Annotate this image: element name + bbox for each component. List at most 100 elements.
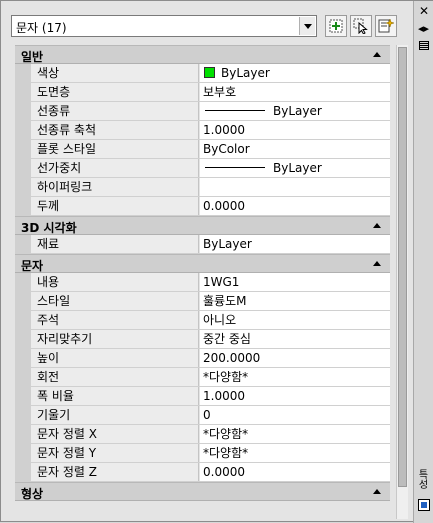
property-name: 자리맞추기 [31,330,199,348]
linetype-value-text: ByLayer [273,104,322,118]
autohide-icon[interactable]: ◂▸ [418,23,429,34]
property-name: 주석 [31,311,199,329]
property-name: 회전 [31,368,199,386]
category-geometry[interactable]: 형상 [15,482,390,501]
property-name: 기울기 [31,406,199,424]
toggle-pickadd-button[interactable] [325,15,347,37]
property-name: 선종류 [31,102,199,120]
lineweight-preview-icon [205,167,265,168]
property-value[interactable]: 1.0000 [200,121,390,139]
palette-app-icon [418,499,430,511]
property-row-justify[interactable]: 자리맞추기 중간 중심 [15,330,390,349]
property-name: 재료 [31,235,199,253]
property-row-text-alignment-z[interactable]: 문자 정렬 Z 0.0000 [15,463,390,482]
row-gutter [15,64,31,83]
row-gutter [15,235,31,254]
property-value[interactable]: 1WG1 [200,273,390,291]
select-objects-button[interactable] [350,15,372,37]
collapse-icon[interactable] [373,261,381,266]
property-row-rotation[interactable]: 회전 *다양함* [15,368,390,387]
property-value[interactable]: 중간 중심 [200,330,390,348]
property-name: 폭 비율 [31,387,199,405]
linetype-preview-icon [205,110,265,111]
properties-palette: 문자 (17) 일반 색상 ByLayer 도면층 보부호 선종류 ByLaye… [0,0,433,523]
property-value[interactable]: 0.0000 [200,197,390,215]
property-value[interactable] [200,178,390,196]
category-title: 일반 [21,50,44,64]
properties-menu-icon[interactable] [419,41,429,50]
property-value[interactable]: 0.0000 [200,463,390,481]
property-value[interactable]: 훌륭도M [200,292,390,310]
property-value[interactable]: *다양함* [200,444,390,462]
collapse-icon[interactable] [373,223,381,228]
property-row-linetype-scale[interactable]: 선종류 축척 1.0000 [15,121,390,140]
property-value[interactable]: *다양함* [200,425,390,443]
row-gutter [15,197,31,216]
row-gutter [15,330,31,349]
category-general[interactable]: 일반 [15,45,390,64]
row-gutter [15,292,31,311]
chevron-down-icon[interactable] [299,17,315,35]
property-row-layer[interactable]: 도면층 보부호 [15,83,390,102]
property-row-hyperlink[interactable]: 하이퍼링크 [15,178,390,197]
property-name: 플롯 스타일 [31,140,199,158]
row-gutter [15,425,31,444]
selection-dropdown[interactable]: 문자 (17) [11,15,317,37]
property-row-obliquing[interactable]: 기울기 0 [15,406,390,425]
row-gutter [15,387,31,406]
property-row-lineweight[interactable]: 선가중치 ByLayer [15,159,390,178]
row-gutter [15,406,31,425]
property-row-thickness[interactable]: 두께 0.0000 [15,197,390,216]
category-text[interactable]: 문자 [15,254,390,273]
property-name: 두께 [31,197,199,215]
scrollbar-thumb[interactable] [398,47,407,487]
property-value[interactable]: 보부호 [200,83,390,101]
plus-select-icon [329,19,343,33]
row-gutter [15,349,31,368]
property-value[interactable]: ByLayer [200,64,390,82]
row-gutter [15,463,31,482]
property-row-height[interactable]: 높이 200.0000 [15,349,390,368]
property-row-material[interactable]: 재료 ByLayer [15,235,390,254]
property-value[interactable]: *다양함* [200,368,390,386]
property-value[interactable]: ByColor [200,140,390,158]
property-row-width-factor[interactable]: 폭 비율 1.0000 [15,387,390,406]
property-value[interactable]: ByLayer [200,102,390,120]
property-row-text-alignment-x[interactable]: 문자 정렬 X *다양함* [15,425,390,444]
property-value[interactable]: 1.0000 [200,387,390,405]
property-row-contents[interactable]: 내용 1WG1 [15,273,390,292]
property-name: 문자 정렬 Y [31,444,199,462]
property-row-linetype[interactable]: 선종류 ByLayer [15,102,390,121]
category-title: 형상 [21,487,44,501]
cursor-select-icon [353,18,368,34]
property-value[interactable]: 아니오 [200,311,390,329]
row-gutter [15,444,31,463]
property-row-plot-style[interactable]: 플롯 스타일 ByColor [15,140,390,159]
quick-select-button[interactable] [375,15,397,37]
property-row-style[interactable]: 스타일 훌륭도M [15,292,390,311]
color-swatch-icon [204,67,215,78]
property-value[interactable]: ByLayer [200,159,390,177]
property-row-annotative[interactable]: 주석 아니오 [15,311,390,330]
collapse-icon[interactable] [373,52,381,57]
property-name: 선가중치 [31,159,199,177]
property-row-text-alignment-y[interactable]: 문자 정렬 Y *다양함* [15,444,390,463]
property-name: 문자 정렬 Z [31,463,199,481]
property-grid: 일반 색상 ByLayer 도면층 보부호 선종류 ByLayer 선종류 축척… [15,45,390,519]
row-gutter [15,121,31,140]
property-name: 하이퍼링크 [31,178,199,196]
property-row-color[interactable]: 색상 ByLayer [15,64,390,83]
close-icon[interactable]: ✕ [419,5,429,17]
vertical-scrollbar[interactable] [396,45,408,519]
palette-title-bar[interactable]: ✕ ◂▸ 특성 [413,1,433,523]
property-value[interactable]: 0 [200,406,390,424]
category-3d-visualization[interactable]: 3D 시각화 [15,216,390,235]
row-gutter [15,102,31,121]
quick-select-icon [378,18,394,33]
property-value[interactable]: ByLayer [200,235,390,253]
property-value[interactable]: 200.0000 [200,349,390,367]
collapse-icon[interactable] [373,489,381,494]
row-gutter [15,159,31,178]
property-name: 문자 정렬 X [31,425,199,443]
row-gutter [15,140,31,159]
